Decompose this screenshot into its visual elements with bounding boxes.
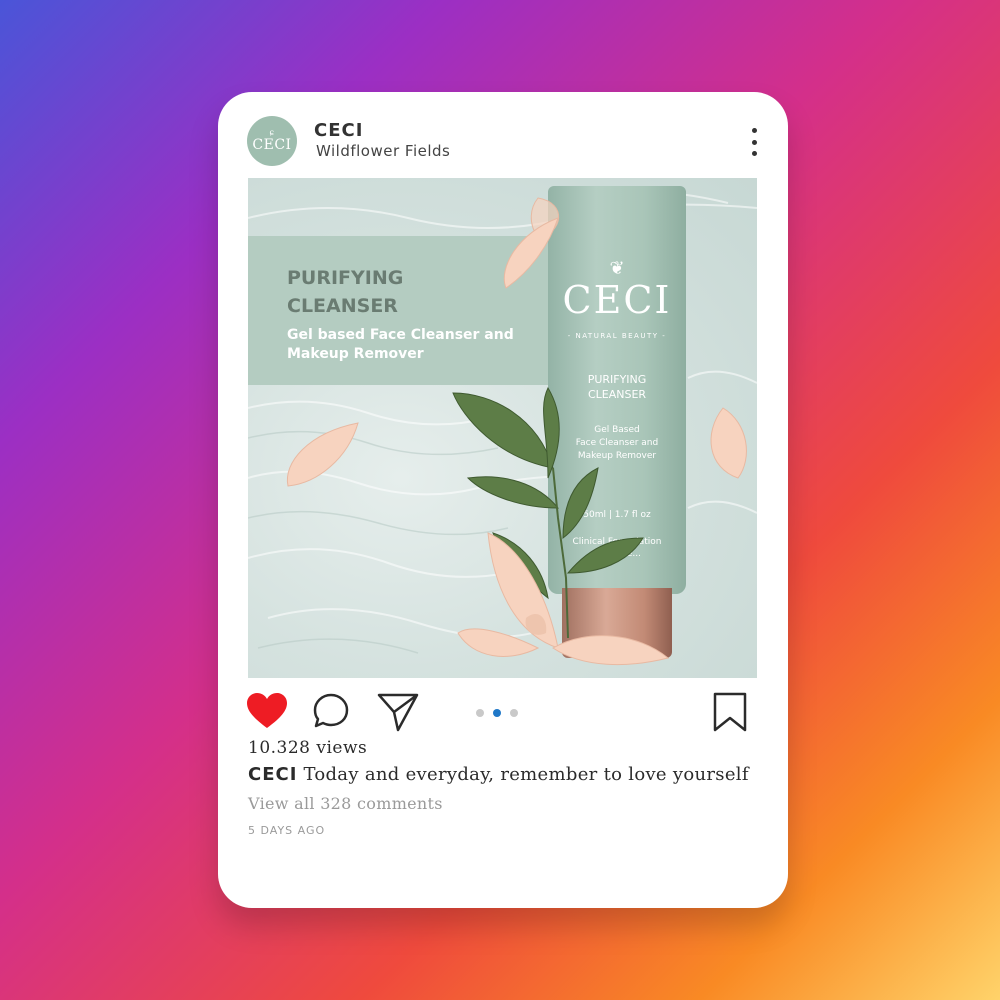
avatar[interactable]: ɕ CECI <box>247 116 297 166</box>
post-location[interactable]: Wildflower Fields <box>316 142 450 160</box>
carousel-indicator <box>476 709 518 717</box>
heart-icon[interactable] <box>246 692 288 730</box>
post-timestamp: 5 DAYS AGO <box>248 824 326 837</box>
view-comments-link[interactable]: View all 328 comments <box>248 794 443 813</box>
avatar-text: CECI <box>252 137 292 153</box>
comment-icon[interactable] <box>312 692 350 730</box>
post-image[interactable]: PURIFYING CLEANSER Gel based Face Cleans… <box>248 178 757 678</box>
caption-username[interactable]: CECI <box>248 764 297 785</box>
more-vertical-icon[interactable] <box>744 128 764 156</box>
leaves-and-petals <box>286 197 747 666</box>
post-username[interactable]: CECI <box>314 120 363 141</box>
carousel-dot[interactable] <box>510 709 518 717</box>
caption-text: Today and everyday, remember to love you… <box>297 764 749 785</box>
bookmark-icon[interactable] <box>712 692 748 732</box>
post-caption: CECI Today and everyday, remember to lov… <box>248 764 749 785</box>
carousel-dot-active[interactable] <box>493 709 501 717</box>
view-count: 10.328 views <box>248 738 368 758</box>
carousel-dot[interactable] <box>476 709 484 717</box>
share-icon[interactable] <box>376 692 420 732</box>
avatar-mark-icon: ɕ <box>269 128 275 137</box>
post-card: ɕ CECI CECI Wildflower Fields PURIFYING … <box>218 92 788 908</box>
